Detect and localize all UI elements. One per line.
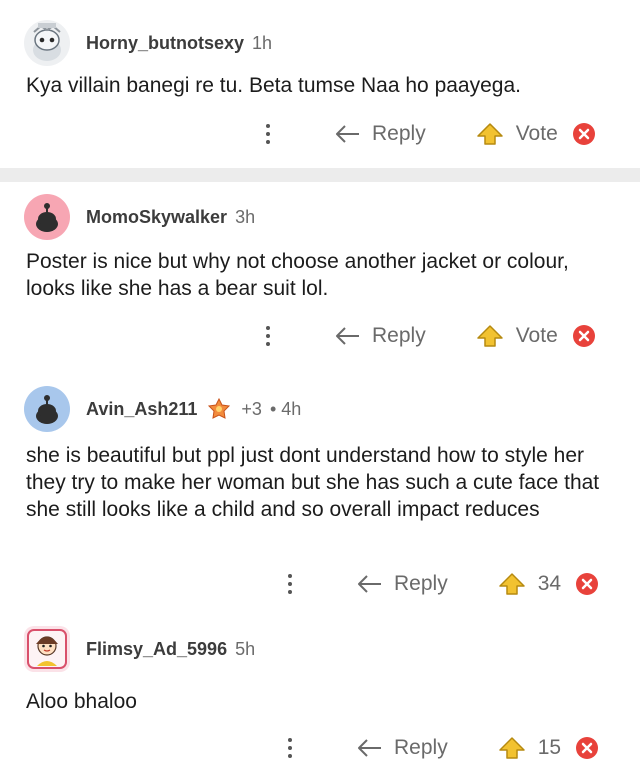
timestamp: • 4h (269, 398, 302, 419)
comment-text: Poster is nice but why not choose anothe… (26, 250, 569, 300)
vote-count: Vote (515, 122, 558, 145)
section-divider (0, 168, 640, 182)
timestamp: 1h (252, 32, 273, 53)
upvote-icon (476, 123, 503, 145)
more-options-icon[interactable] (280, 574, 300, 594)
comment-header: Flimsy_Ad_5996 5h (24, 626, 255, 672)
username[interactable]: MomoSkywalker (86, 207, 227, 228)
reply-arrow-icon (336, 327, 359, 345)
vote-count: 34 (537, 572, 562, 595)
comment-actions: Reply 15 (280, 728, 599, 768)
downvote-icon[interactable] (575, 572, 599, 596)
username[interactable]: Avin_Ash211 (86, 399, 197, 420)
comment-3: Avin_Ash211 +3 • 4h she is beautiful but… (0, 380, 640, 612)
upvote-button[interactable]: 34 (498, 572, 561, 596)
more-options-icon[interactable] (258, 326, 278, 346)
comment-1: Horny_butnotsexy 1h Kya villain banegi r… (0, 0, 640, 168)
username[interactable]: Horny_butnotsexy (86, 33, 244, 54)
username[interactable]: Flimsy_Ad_5996 (86, 639, 227, 660)
downvote-icon[interactable] (572, 324, 596, 348)
reply-button[interactable]: Reply (334, 122, 426, 146)
comment-header: MomoSkywalker 3h (24, 194, 255, 240)
avatar[interactable] (24, 386, 70, 432)
comment-text: Aloo bhaloo (26, 690, 137, 713)
upvote-button[interactable]: Vote (476, 122, 558, 146)
comment-actions: Reply Vote (258, 316, 596, 356)
upvote-icon (476, 325, 503, 347)
reply-arrow-icon (358, 739, 381, 757)
upvote-button[interactable]: Vote (476, 324, 558, 348)
downvote-icon[interactable] (572, 122, 596, 146)
award-count: +3 (241, 398, 262, 419)
comment-header: Avin_Ash211 +3 • 4h (24, 386, 301, 432)
snoo-avatar-icon (36, 203, 58, 232)
avatar[interactable] (24, 194, 70, 240)
reply-label: Reply (394, 572, 448, 595)
reply-label: Reply (372, 122, 426, 145)
more-options-icon[interactable] (258, 124, 278, 144)
reply-label: Reply (394, 736, 448, 759)
timestamp: 3h (235, 206, 256, 227)
comment-4: Flimsy_Ad_5996 5h Aloo bhaloo Reply 15 (0, 616, 640, 780)
reply-button[interactable]: Reply (356, 736, 448, 760)
reply-arrow-icon (358, 575, 381, 593)
award-badge-icon[interactable] (207, 397, 231, 421)
timestamp: 5h (235, 638, 256, 659)
comment-2: MomoSkywalker 3h Poster is nice but why … (0, 182, 640, 372)
upvote-icon (498, 737, 525, 759)
reply-button[interactable]: Reply (356, 572, 448, 596)
snoo-avatar-icon (36, 395, 58, 424)
vote-count: Vote (515, 324, 558, 347)
comment-header: Horny_butnotsexy 1h (24, 20, 272, 66)
upvote-button[interactable]: 15 (498, 736, 561, 760)
upvote-icon (498, 573, 525, 595)
comment-actions: Reply Vote (258, 114, 596, 154)
reply-button[interactable]: Reply (334, 324, 426, 348)
avatar[interactable] (24, 20, 70, 66)
reply-label: Reply (372, 324, 426, 347)
comment-text: she is beautiful but ppl just dont under… (26, 444, 600, 521)
comment-text: Kya villain banegi re tu. Beta tumse Naa… (26, 74, 521, 97)
avatar[interactable] (24, 626, 70, 672)
more-options-icon[interactable] (280, 738, 300, 758)
comment-actions: Reply 34 (280, 564, 599, 604)
downvote-icon[interactable] (575, 736, 599, 760)
reply-arrow-icon (336, 125, 359, 143)
snoo-avatar-icon (33, 23, 61, 61)
cartoon-avatar-icon (27, 629, 67, 669)
vote-count: 15 (537, 736, 562, 759)
